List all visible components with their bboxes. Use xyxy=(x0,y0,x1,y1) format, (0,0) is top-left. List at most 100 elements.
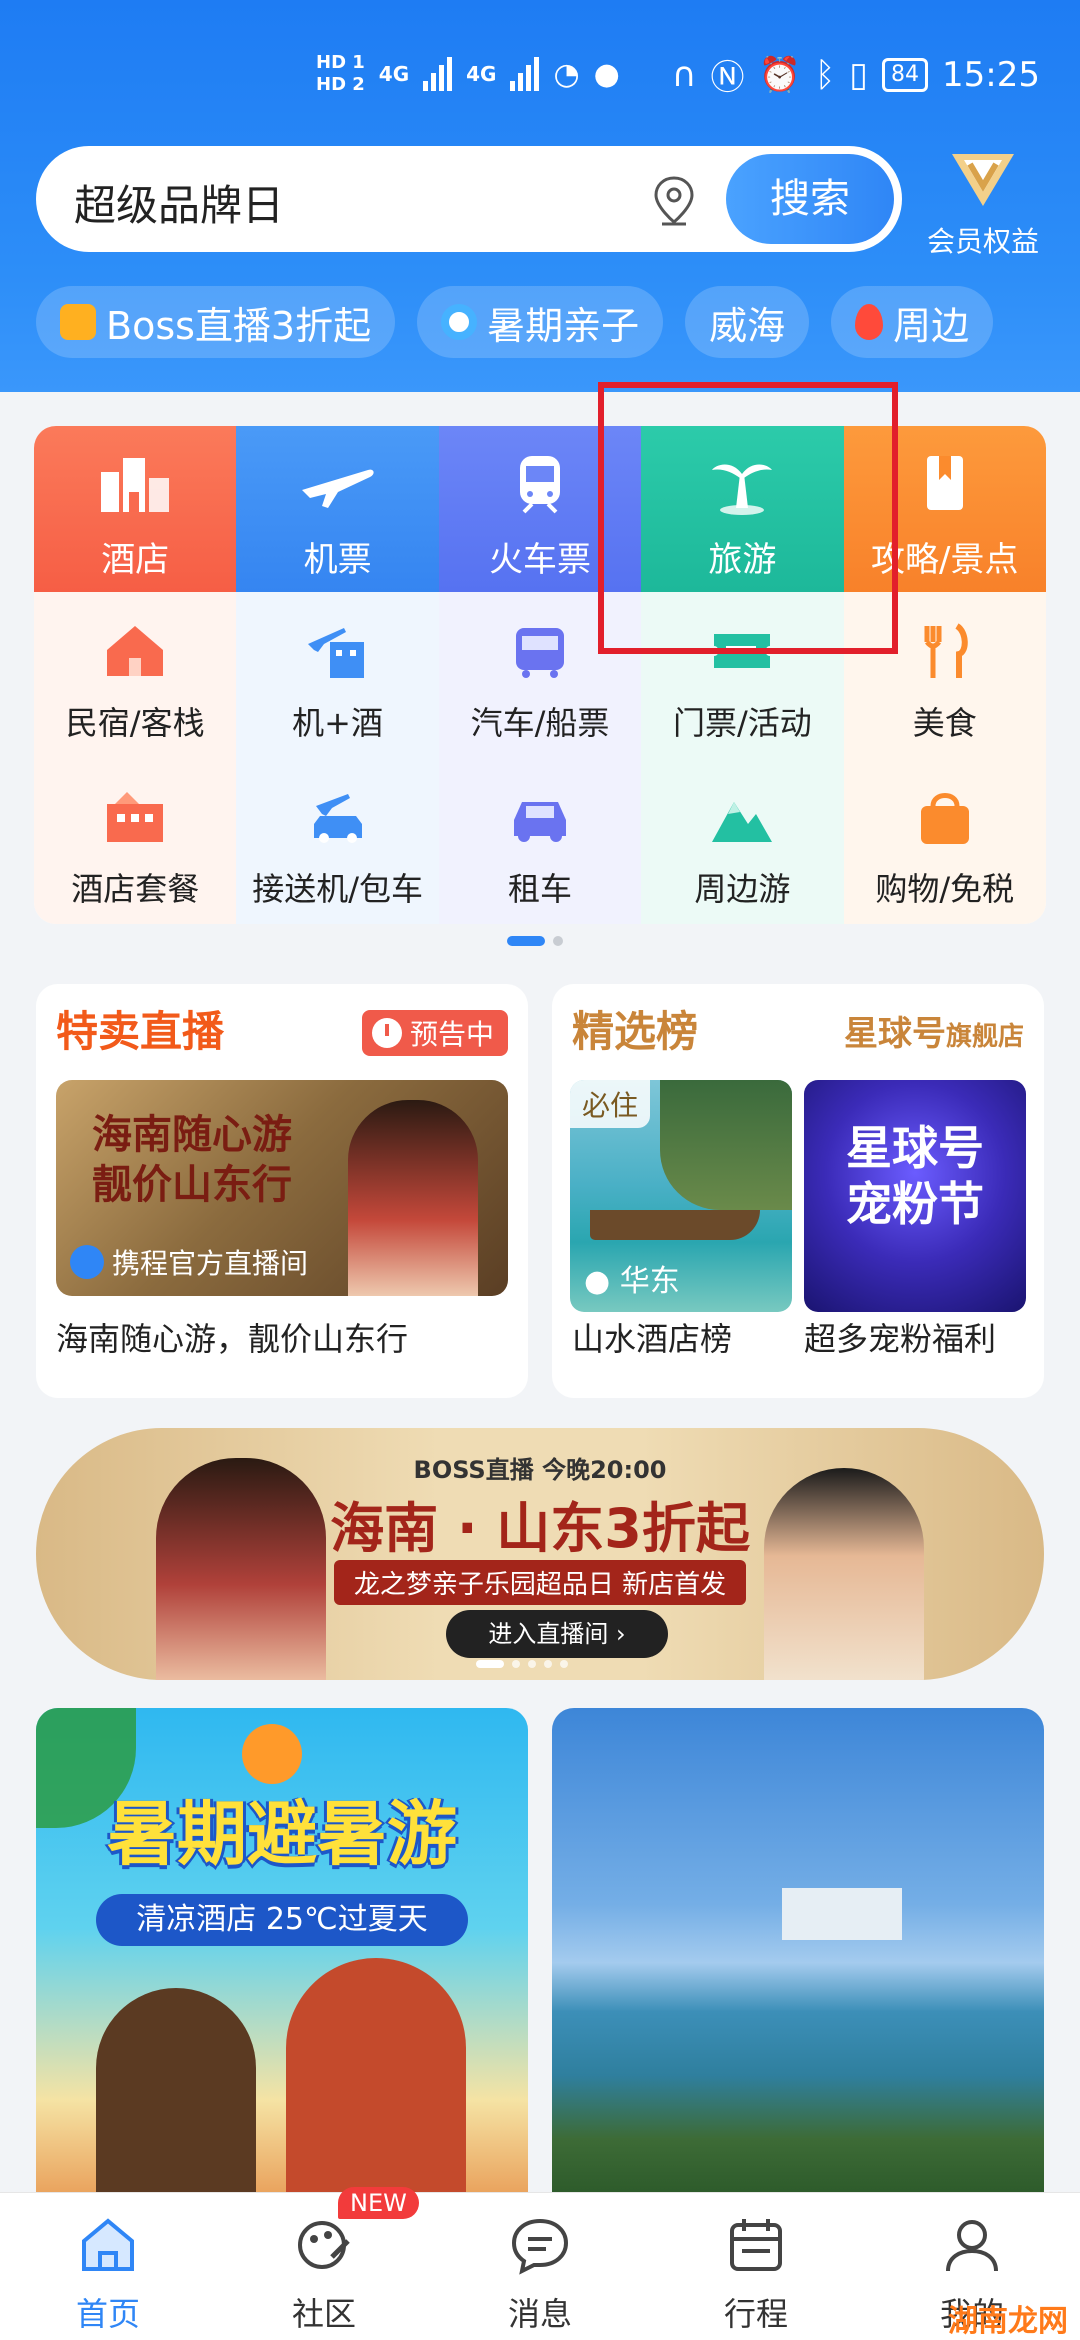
brand-store-title[interactable]: 星球号旗舰店 xyxy=(844,1006,1024,1055)
boat-shape xyxy=(590,1210,760,1240)
grid-label: 汽车/船票 xyxy=(470,704,610,742)
search-bar[interactable]: 超级品牌日 搜索 xyxy=(36,146,902,252)
kid-figure-1 xyxy=(96,1988,256,2198)
grid-label: 租车 xyxy=(507,870,572,908)
boss-live-banner[interactable]: BOSS直播 今晚20:00 海南 · 山东3折起 龙之梦亲子乐园超品日 新店首… xyxy=(36,1428,1044,1680)
live-caption: 携程官方直播间 xyxy=(70,1242,308,1282)
mountain-icon xyxy=(712,802,773,842)
enter-live-button[interactable]: 进入直播间 › xyxy=(446,1610,668,1658)
page-dot xyxy=(553,936,563,946)
live-headline-line2: 靓价山东行 xyxy=(92,1162,292,1208)
page-dot-active xyxy=(507,936,545,946)
cliff-shape xyxy=(660,1080,792,1210)
banner-schedule: BOSS直播 今晚20:00 xyxy=(413,1456,667,1484)
nav-label: 消息 xyxy=(507,2295,572,2333)
grid-item-car-rental[interactable]: 租车 xyxy=(438,758,642,924)
community-icon xyxy=(298,2221,350,2269)
tag-boss-live[interactable]: Boss直播3折起 xyxy=(36,286,396,358)
train-icon xyxy=(519,456,560,514)
tag-label: 威海 xyxy=(709,303,786,348)
location-pin-icon[interactable] xyxy=(644,170,704,230)
nav-home[interactable]: 首页 xyxy=(0,2193,216,2340)
nav-messages[interactable]: 消息 xyxy=(432,2193,648,2340)
grid-label: 接送机/包车 xyxy=(252,870,423,908)
hotel-package-icon xyxy=(107,792,164,842)
quick-tags: Boss直播3折起 暑期亲子 威海 周边 xyxy=(36,286,994,358)
live-stream-image[interactable]: 海南随心游 靓价山东行 携程官方直播间 xyxy=(56,1080,508,1296)
grid-item-flight[interactable]: 机票 xyxy=(236,426,439,592)
banner-indicator xyxy=(476,1660,568,1668)
ranking-card[interactable]: 精选榜 星球号旗舰店 必住 ● 华东 星球号 宠粉节 山水酒店榜 超多宠粉福利 xyxy=(552,984,1044,1398)
banner-title: 海南 · 山东3折起 xyxy=(330,1497,750,1560)
search-input[interactable]: 超级品牌日 xyxy=(74,172,284,233)
sun-icon xyxy=(242,1724,302,1784)
bottom-nav: 首页 NEW 社区 消息 行程 我的 xyxy=(0,2187,1080,2340)
landscape-hotel-image[interactable]: 必住 ● 华东 xyxy=(570,1080,792,1312)
preview-badge: 预告中 xyxy=(361,1010,508,1056)
header: HD 1 HD 2 4G 4G ◔ ● ∩ Ⓝ ⏰ ᛒ ▯ 84 15:25 超… xyxy=(0,0,1080,392)
signal-icon xyxy=(423,57,453,91)
car-icon xyxy=(513,802,566,842)
buildings-shape xyxy=(782,1888,902,1940)
live-sale-card[interactable]: 特卖直播 预告中 海南随心游 靓价山东行 携程官方直播间 海南随心游，靓价山东行 xyxy=(36,984,528,1398)
network-label-1: 4G xyxy=(378,62,410,86)
live-headline-line1: 海南随心游 xyxy=(92,1112,292,1158)
brand-name: 星球号 xyxy=(843,1014,946,1054)
status-bar: HD 1 HD 2 4G 4G ◔ ● ∩ Ⓝ ⏰ ᛒ ▯ 84 15:25 xyxy=(0,50,1080,110)
coast-photo-card[interactable] xyxy=(552,1708,1044,2198)
search-button[interactable]: 搜索 xyxy=(726,154,894,244)
watermark: 湖南龙网 xyxy=(948,2304,1068,2339)
tag-summer-family[interactable]: 暑期亲子 xyxy=(417,286,664,358)
host-figure xyxy=(348,1100,478,1296)
summer-trip-title: 暑期避暑游 xyxy=(107,1793,457,1875)
lifebuoy-icon xyxy=(441,304,478,340)
sub-services-row-2: 酒店套餐 接送机/包车 租车 周边游 购物/免税 xyxy=(34,758,1046,924)
tag-nearby[interactable]: 周边 xyxy=(831,286,994,358)
region-label: ● 华东 xyxy=(584,1264,680,1299)
headphone-icon: ∩ xyxy=(671,54,697,95)
bus-icon xyxy=(515,628,564,678)
message-icon xyxy=(511,2218,569,2275)
car-plane-icon xyxy=(313,794,362,843)
member-benefits[interactable]: 会员权益 xyxy=(918,148,1048,260)
grid-label: 机票 xyxy=(303,540,372,580)
alarm-icon: ⏰ xyxy=(758,54,801,95)
nav-itinerary[interactable]: 行程 xyxy=(648,2193,864,2340)
clock-icon xyxy=(371,1018,402,1048)
ctrip-logo-icon xyxy=(70,1245,104,1279)
status-right: ∩ Ⓝ ⏰ ᛒ ▯ 84 15:25 xyxy=(672,50,1040,99)
nav-label: 社区 xyxy=(291,2295,356,2333)
live-image-headline: 海南随心游 靓价山东行 xyxy=(92,1110,292,1210)
calendar-icon xyxy=(730,2219,782,2271)
page-indicator xyxy=(507,936,563,946)
hd2-badge: HD 2 xyxy=(316,74,365,95)
nfc-icon: Ⓝ xyxy=(710,58,745,98)
preview-label: 预告中 xyxy=(409,1018,494,1051)
fan-festival-image[interactable]: 星球号 宠粉节 xyxy=(804,1080,1026,1312)
hd1-badge: HD 1 xyxy=(316,52,365,73)
house-icon xyxy=(107,626,164,676)
tag-label: 暑期亲子 xyxy=(487,303,640,348)
fork-knife-icon xyxy=(924,623,968,678)
brand-suffix: 旗舰店 xyxy=(945,1022,1024,1052)
grid-item-nearby-trip[interactable]: 周边游 xyxy=(641,758,844,924)
grid-item-flight-hotel[interactable]: 机+酒 xyxy=(236,592,439,758)
grid-item-hotel[interactable]: 酒店 xyxy=(34,426,237,592)
fan-festival-text: 星球号 宠粉节 xyxy=(804,1120,1026,1232)
nav-community[interactable]: NEW 社区 xyxy=(216,2187,432,2340)
shopping-bag-icon xyxy=(920,793,969,844)
tag-weihai[interactable]: 威海 xyxy=(685,286,810,358)
plane-hotel-icon xyxy=(307,628,364,678)
grid-label: 周边游 xyxy=(694,870,791,908)
summer-trip-card[interactable]: 暑期避暑游 清凉酒店 25℃过夏天 xyxy=(36,1708,528,2198)
grid-item-hotel-package[interactable]: 酒店套餐 xyxy=(34,758,237,924)
new-badge: NEW xyxy=(338,2187,419,2219)
grid-label: 美食 xyxy=(912,704,977,742)
nav-label: 行程 xyxy=(723,2295,788,2333)
grid-item-homestay[interactable]: 民宿/客栈 xyxy=(34,592,237,758)
kid-figure-2 xyxy=(286,1958,466,2198)
grid-item-shopping[interactable]: 购物/免税 xyxy=(843,758,1046,924)
flame-icon xyxy=(855,304,884,340)
guide-book-icon xyxy=(926,456,963,510)
grid-item-transfer[interactable]: 接送机/包车 xyxy=(236,758,439,924)
